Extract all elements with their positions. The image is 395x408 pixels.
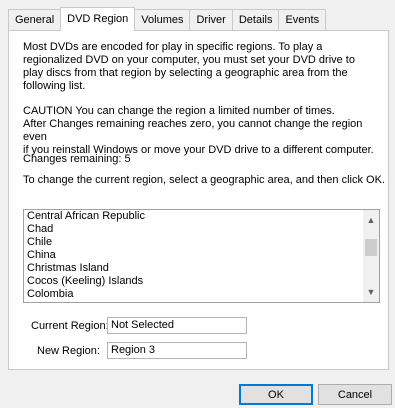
ok-button[interactable]: OK bbox=[239, 384, 313, 405]
tab-driver[interactable]: Driver bbox=[189, 9, 233, 30]
tab-strip: General DVD Region Volumes Driver Detail… bbox=[8, 7, 327, 31]
caution-line: CAUTION You can change the region a limi… bbox=[23, 105, 335, 117]
list-item[interactable]: Cocos (Keeling) Islands bbox=[24, 275, 362, 288]
scroll-up-icon[interactable]: ▲ bbox=[363, 212, 379, 228]
intro-line: play discs from that region by selecting… bbox=[23, 67, 348, 79]
cancel-button[interactable]: Cancel bbox=[318, 384, 392, 405]
list-item[interactable]: Christmas Island bbox=[24, 262, 362, 275]
new-region-label: New Region: bbox=[37, 345, 100, 357]
tab-details[interactable]: Details bbox=[231, 9, 280, 30]
tab-dvd-region[interactable]: DVD Region bbox=[60, 7, 136, 31]
list-item[interactable]: Central African Republic bbox=[24, 210, 362, 223]
intro-line: following list. bbox=[23, 80, 86, 92]
region-listbox[interactable]: Central African Republic Chad Chile Chin… bbox=[23, 209, 380, 303]
list-scrollbar[interactable]: ▲ ▼ bbox=[363, 210, 379, 302]
intro-text: Most DVDs are encoded for play in specif… bbox=[23, 41, 383, 93]
scroll-down-icon[interactable]: ▼ bbox=[363, 284, 379, 300]
tab-events[interactable]: Events bbox=[278, 9, 327, 30]
scroll-thumb[interactable] bbox=[365, 239, 377, 256]
caution-line: After Changes remaining reaches zero, yo… bbox=[23, 118, 363, 143]
new-region-field: Region 3 bbox=[107, 342, 247, 359]
region-list-items: Central African Republic Chad Chile Chin… bbox=[24, 210, 362, 301]
intro-line: Most DVDs are encoded for play in specif… bbox=[23, 41, 323, 53]
list-item[interactable]: China bbox=[24, 249, 362, 262]
instruction-text: To change the current region, select a g… bbox=[23, 174, 385, 186]
changes-remaining-text: Changes remaining: 5 bbox=[23, 153, 131, 165]
tab-volumes[interactable]: Volumes bbox=[134, 9, 191, 30]
list-item[interactable]: Colombia bbox=[24, 288, 362, 301]
tab-general[interactable]: General bbox=[8, 9, 62, 30]
list-item[interactable]: Chad bbox=[24, 223, 362, 236]
current-region-field: Not Selected bbox=[107, 317, 247, 334]
caution-text: CAUTION You can change the region a limi… bbox=[23, 105, 388, 157]
dvd-region-panel: Most DVDs are encoded for play in specif… bbox=[8, 30, 389, 370]
list-item[interactable]: Chile bbox=[24, 236, 362, 249]
intro-line: regionalized DVD on your computer, you m… bbox=[23, 54, 355, 66]
current-region-label: Current Region: bbox=[31, 320, 109, 332]
